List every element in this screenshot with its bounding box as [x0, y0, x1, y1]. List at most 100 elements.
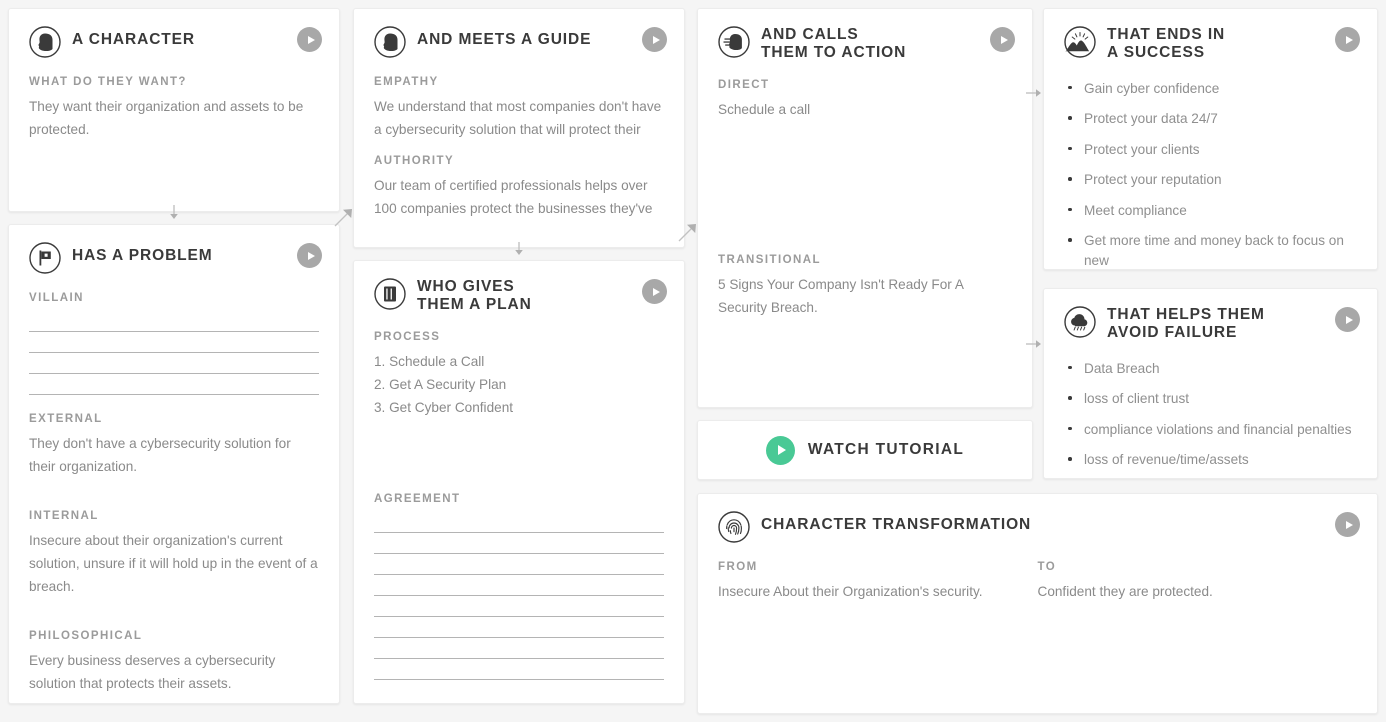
field-transitional: TRANSITIONAL 5 Signs Your Company Isn't …	[718, 254, 1012, 319]
blank-line[interactable]	[374, 512, 664, 533]
column-call-to-action: AND CALLS THEM TO ACTION DIRECT Schedule…	[697, 8, 1033, 492]
success-bullet-list: Gain cyber confidence Protect your data …	[1064, 79, 1357, 269]
agreement-blank-lines[interactable]	[374, 512, 664, 680]
field-label: DIRECT	[718, 78, 770, 91]
card-header: AND CALLS THEM TO ACTION	[718, 26, 1012, 63]
list-item[interactable]: loss of revenue/time/assets	[1064, 450, 1357, 470]
card-that-ends-in-a-success[interactable]: THAT ENDS IN A SUCCESS Gain cyber confid…	[1043, 8, 1378, 270]
list-item[interactable]: loss of client trust	[1064, 389, 1357, 409]
blank-line[interactable]	[29, 332, 319, 353]
field-value[interactable]: Our team of certified professionals help…	[374, 174, 664, 220]
card-title: THAT ENDS IN A SUCCESS	[1107, 26, 1226, 62]
play-button-transformation[interactable]	[1335, 512, 1360, 537]
watch-tutorial-label: WATCH TUTORIAL	[807, 441, 965, 458]
field-value[interactable]: Every business deserves a cybersecurity …	[29, 649, 319, 695]
card-and-meets-a-guide[interactable]: AND MEETS A GUIDE EMPATHY We understand …	[353, 8, 685, 248]
card-header: AND MEETS A GUIDE	[374, 26, 664, 60]
field-process: PROCESS 1. Schedule a Call 2. Get A Secu…	[374, 331, 664, 419]
field-value[interactable]: We understand that most companies don't …	[374, 95, 664, 141]
person-silhouette-icon	[374, 26, 406, 58]
blank-line[interactable]	[374, 533, 664, 554]
play-button-failure[interactable]	[1335, 307, 1360, 332]
card-and-calls-them-to-action[interactable]: AND CALLS THEM TO ACTION DIRECT Schedule…	[697, 8, 1033, 408]
sunrise-mountain-icon	[1064, 26, 1096, 58]
field-label: EMPATHY	[374, 76, 439, 88]
field-label: AUTHORITY	[374, 155, 455, 167]
blank-line[interactable]	[374, 575, 664, 596]
book-icon	[374, 278, 406, 310]
card-who-gives-them-a-plan[interactable]: WHO GIVES THEM A PLAN PROCESS 1. Schedul…	[353, 260, 685, 704]
blank-line[interactable]	[29, 374, 319, 395]
card-title: WHO GIVES THEM A PLAN	[417, 278, 532, 314]
card-character-transformation[interactable]: CHARACTER TRANSFORMATION FROM Insecure A…	[697, 493, 1378, 714]
play-button-success[interactable]	[1335, 27, 1360, 52]
list-item[interactable]: Protect your reputation	[1064, 170, 1357, 190]
process-step[interactable]: 1. Schedule a Call	[374, 350, 664, 373]
card-header: WHO GIVES THEM A PLAN	[374, 278, 664, 315]
play-button-action[interactable]	[990, 27, 1015, 52]
blank-line[interactable]	[374, 617, 664, 638]
blank-line[interactable]	[374, 596, 664, 617]
list-item[interactable]: compliance violations and financial pena…	[1064, 420, 1357, 440]
field-external: EXTERNAL They don't have a cybersecurity…	[29, 413, 319, 478]
field-value[interactable]: Schedule a call	[718, 98, 1012, 121]
card-header: THAT ENDS IN A SUCCESS	[1064, 26, 1357, 63]
list-item[interactable]: Protect your clients	[1064, 140, 1357, 160]
field-label: EXTERNAL	[29, 413, 103, 425]
blank-line[interactable]	[374, 659, 664, 680]
card-header: A CHARACTER	[29, 26, 319, 60]
play-button-guide[interactable]	[642, 27, 667, 52]
field-value[interactable]: They don't have a cybersecurity solution…	[29, 432, 319, 478]
field-value[interactable]: 5 Signs Your Company Isn't Ready For A S…	[718, 273, 1012, 319]
play-button-problem[interactable]	[297, 243, 322, 268]
watch-tutorial-button[interactable]: WATCH TUTORIAL	[697, 420, 1033, 480]
field-from: FROM Insecure About their Organization's…	[718, 561, 1038, 603]
villain-blank-lines[interactable]	[29, 311, 319, 395]
field-value[interactable]: Insecure About their Organization's secu…	[718, 580, 1038, 603]
field-philosophical: PHILOSOPHICAL Every business deserves a …	[29, 630, 319, 695]
field-villain: VILLAIN	[29, 292, 319, 395]
field-label: TO	[1037, 561, 1057, 573]
play-circle-icon	[765, 435, 795, 465]
field-agreement: AGREEMENT	[374, 493, 664, 680]
column-outcomes: THAT ENDS IN A SUCCESS Gain cyber confid…	[1043, 8, 1378, 491]
process-step[interactable]: 2. Get A Security Plan	[374, 373, 664, 396]
field-label: VILLAIN	[29, 292, 84, 304]
card-title: CHARACTER TRANSFORMATION	[761, 516, 1032, 533]
column-guide: AND MEETS A GUIDE EMPATHY We understand …	[353, 8, 685, 716]
play-button-character[interactable]	[297, 27, 322, 52]
field-value[interactable]: Insecure about their organization's curr…	[29, 529, 319, 598]
card-that-helps-them-avoid-failure[interactable]: THAT HELPS THEM AVOID FAILURE Data Breac…	[1043, 288, 1378, 479]
card-a-character[interactable]: A CHARACTER WHAT DO THEY WANT? They want…	[8, 8, 340, 212]
card-header: HAS A PROBLEM	[29, 242, 319, 276]
field-authority: AUTHORITY Our team of certified professi…	[374, 155, 664, 220]
field-label: FROM	[718, 561, 758, 573]
field-to: TO Confident they are protected.	[1038, 561, 1358, 603]
field-label: PROCESS	[374, 330, 441, 343]
field-label: INTERNAL	[29, 510, 99, 522]
blank-line[interactable]	[29, 353, 319, 374]
field-empathy: EMPATHY We understand that most companie…	[374, 76, 664, 141]
play-button-plan[interactable]	[642, 279, 667, 304]
card-header: THAT HELPS THEM AVOID FAILURE	[1064, 306, 1357, 343]
field-direct: DIRECT Schedule a call	[718, 79, 1012, 121]
process-step[interactable]: 3. Get Cyber Confident	[374, 396, 664, 419]
flag-icon	[29, 242, 61, 274]
fingerprint-icon	[718, 511, 750, 543]
megaphone-person-icon	[718, 26, 750, 58]
card-title: AND CALLS THEM TO ACTION	[761, 26, 907, 62]
blank-line[interactable]	[29, 311, 319, 332]
blank-line[interactable]	[374, 638, 664, 659]
list-item[interactable]: Protect your data 24/7	[1064, 109, 1357, 129]
field-value[interactable]: Confident they are protected.	[1038, 580, 1358, 603]
card-title: HAS A PROBLEM	[72, 247, 213, 264]
list-item[interactable]: Gain cyber confidence	[1064, 79, 1357, 99]
blank-line[interactable]	[374, 554, 664, 575]
column-character: A CHARACTER WHAT DO THEY WANT? They want…	[8, 8, 340, 716]
list-item[interactable]: Meet compliance	[1064, 201, 1357, 221]
field-value[interactable]: They want their organization and assets …	[29, 95, 319, 141]
field-label: PHILOSOPHICAL	[29, 630, 143, 642]
card-has-a-problem[interactable]: HAS A PROBLEM VILLAIN EXTERNAL They don'…	[8, 224, 340, 704]
list-item[interactable]: Get more time and money back to focus on…	[1064, 231, 1357, 269]
list-item[interactable]: Data Breach	[1064, 359, 1357, 379]
